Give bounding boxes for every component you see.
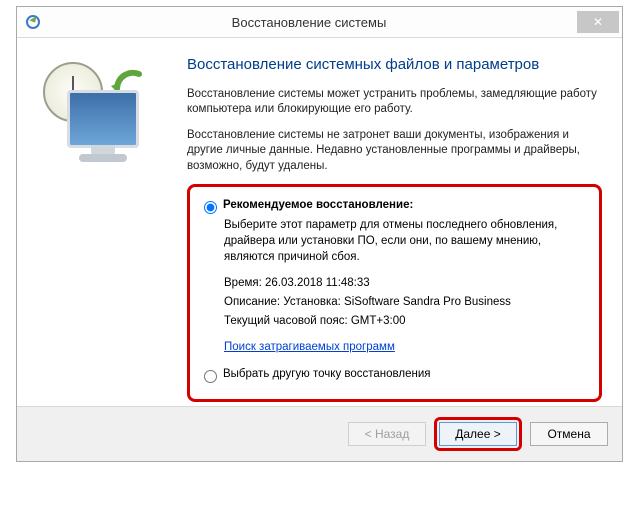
content-pane: Восстановление системных файлов и параме… bbox=[187, 56, 602, 402]
tz-value: GMT+3:00 bbox=[351, 315, 406, 327]
illustration-pane bbox=[37, 56, 187, 402]
radio-other-row[interactable]: Выбрать другую точку восстановления bbox=[204, 368, 585, 383]
wizard-footer: < Назад Далее > Отмена bbox=[17, 406, 622, 461]
system-restore-icon bbox=[25, 14, 41, 30]
cancel-button[interactable]: Отмена bbox=[530, 422, 608, 446]
time-value: 26.03.2018 11:48:33 bbox=[265, 277, 370, 289]
radio-recommended[interactable] bbox=[204, 201, 217, 214]
restore-time-row: Время: 26.03.2018 11:48:33 bbox=[224, 276, 585, 292]
page-heading: Восстановление системных файлов и параме… bbox=[187, 56, 602, 75]
restore-desc-row: Описание: Установка: SiSoftware Sandra P… bbox=[224, 295, 585, 311]
radio-other[interactable] bbox=[204, 370, 217, 383]
radio-other-label: Выбрать другую точку восстановления bbox=[223, 368, 431, 380]
radio-recommended-row[interactable]: Рекомендуемое восстановление: bbox=[204, 199, 585, 214]
monitor-icon bbox=[67, 90, 139, 148]
intro-paragraph-2: Восстановление системы не затронет ваши … bbox=[187, 128, 602, 175]
restore-illustration bbox=[37, 62, 167, 182]
client-area: Восстановление системных файлов и параме… bbox=[17, 38, 622, 406]
intro-paragraph-1: Восстановление системы может устранить п… bbox=[187, 87, 602, 118]
recommended-details: Выберите этот параметр для отмены послед… bbox=[224, 218, 585, 356]
system-restore-window: Восстановление системы ✕ Восстановление … bbox=[16, 6, 623, 462]
next-button-highlight: Далее > bbox=[434, 417, 522, 451]
desc-value: Установка: SiSoftware Sandra Pro Busines… bbox=[283, 296, 511, 308]
back-button[interactable]: < Назад bbox=[348, 422, 426, 446]
restore-options-group: Рекомендуемое восстановление: Выберите э… bbox=[187, 184, 602, 402]
desc-label: Описание: bbox=[224, 296, 280, 308]
affected-programs-link[interactable]: Поиск затрагиваемых программ bbox=[224, 340, 395, 356]
radio-recommended-label: Рекомендуемое восстановление: bbox=[223, 199, 413, 211]
restore-tz-row: Текущий часовой пояс: GMT+3:00 bbox=[224, 314, 585, 330]
titlebar: Восстановление системы ✕ bbox=[17, 7, 622, 38]
tz-label: Текущий часовой пояс: bbox=[224, 315, 348, 327]
close-button[interactable]: ✕ bbox=[577, 11, 619, 33]
window-title: Восстановление системы bbox=[41, 15, 577, 30]
next-button[interactable]: Далее > bbox=[439, 422, 517, 446]
close-icon: ✕ bbox=[593, 15, 603, 29]
time-label: Время: bbox=[224, 277, 262, 289]
recommended-description: Выберите этот параметр для отмены послед… bbox=[224, 218, 585, 266]
